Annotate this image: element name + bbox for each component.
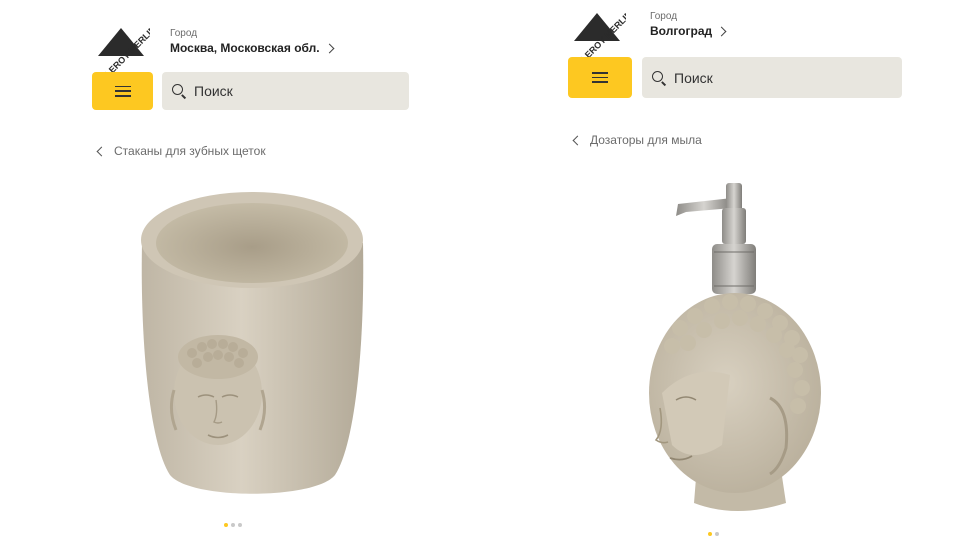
- menu-icon: [592, 72, 608, 83]
- search-bar[interactable]: [642, 57, 902, 98]
- city-label: Город: [170, 28, 198, 39]
- search-input[interactable]: [672, 68, 856, 87]
- search-input[interactable]: [192, 82, 376, 100]
- city-selector[interactable]: Город Москва, Московская обл.: [170, 28, 335, 56]
- right-screenshot: LEROY MERLIN Город Волгоград Дозаторы дл…: [490, 0, 980, 551]
- tumbler-opening: [156, 203, 348, 283]
- menu-button[interactable]: [92, 72, 153, 110]
- gallery-dot-active[interactable]: [224, 523, 228, 527]
- product-image-tumbler[interactable]: [130, 185, 375, 505]
- pump: [676, 183, 756, 294]
- left-screenshot: LEROY MERLIN Город Москва, Московская об…: [0, 0, 490, 551]
- menu-icon: [114, 85, 131, 97]
- city-name: Волгоград: [650, 24, 713, 38]
- search-icon: [652, 70, 666, 85]
- buddha-head: [649, 293, 821, 511]
- breadcrumb-back-link[interactable]: Дозаторы для мыла: [572, 133, 702, 147]
- city-name: Москва, Московская обл.: [170, 41, 320, 55]
- gallery-dots: [224, 523, 242, 527]
- gallery-dot[interactable]: [231, 523, 235, 527]
- search-bar[interactable]: [162, 72, 409, 110]
- city-value[interactable]: Москва, Московская обл.: [170, 40, 335, 56]
- gallery-dot[interactable]: [238, 523, 242, 527]
- city-selector[interactable]: Город Волгоград: [650, 11, 727, 39]
- product-image-dispenser[interactable]: [640, 178, 830, 518]
- search-icon: [172, 84, 186, 98]
- chevron-right-icon: [324, 43, 335, 53]
- chevron-right-icon: [716, 26, 727, 36]
- breadcrumb-label: Стаканы для зубных щеток: [114, 144, 266, 158]
- menu-button[interactable]: [568, 57, 632, 98]
- chevron-left-icon: [96, 146, 107, 156]
- city-value[interactable]: Волгоград: [650, 23, 727, 39]
- city-label: Город: [650, 11, 678, 22]
- breadcrumb-back-link[interactable]: Стаканы для зубных щеток: [96, 144, 266, 158]
- gallery-dot[interactable]: [715, 532, 719, 536]
- breadcrumb-label: Дозаторы для мыла: [590, 133, 702, 147]
- chevron-left-icon: [572, 135, 583, 145]
- gallery-dot-active[interactable]: [708, 532, 712, 536]
- gallery-dots: [708, 532, 719, 536]
